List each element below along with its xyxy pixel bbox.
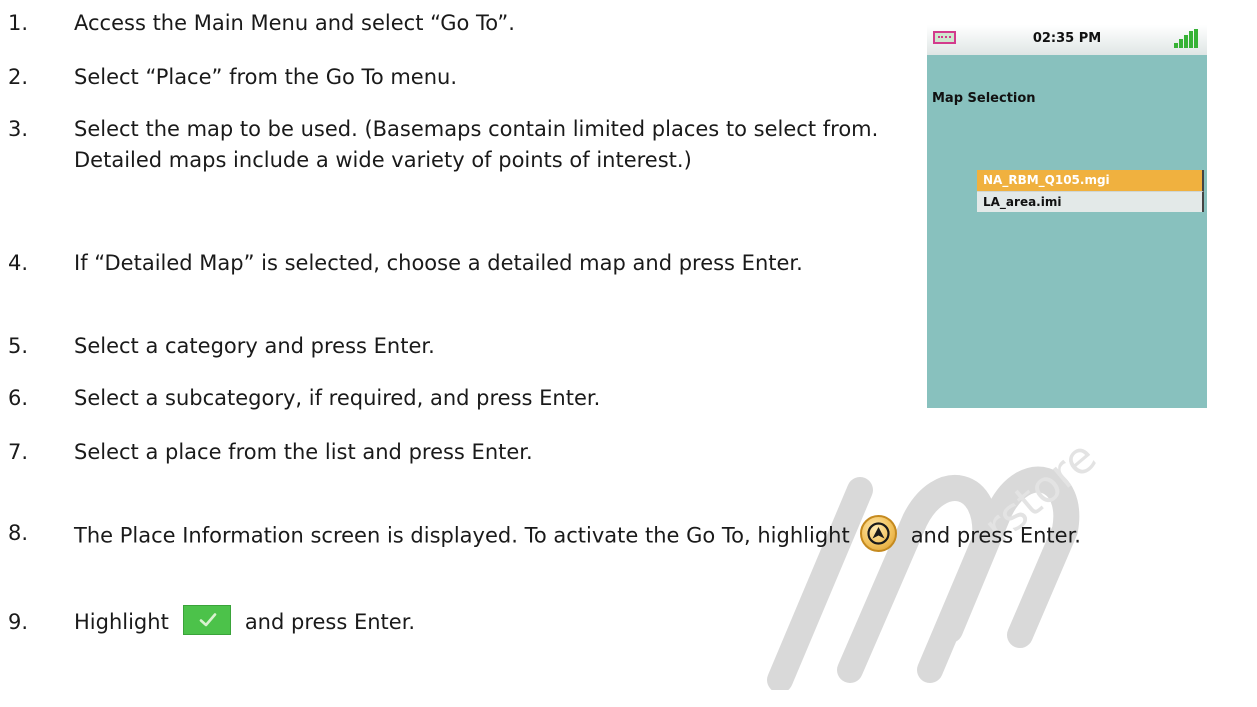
go-to-arrow-icon — [859, 515, 897, 552]
device-screenshot: 02:35 PM Map Selection NA_RBM_Q105.mgi L… — [927, 25, 1207, 408]
step-text-before: The Place Information screen is displaye… — [74, 523, 850, 548]
step-text-after: and press Enter. — [244, 610, 416, 634]
step-text: The Place Information screen is displaye… — [74, 515, 1254, 555]
step-text: Select a subcategory, if required, and p… — [74, 386, 601, 410]
map-list: NA_RBM_Q105.mgi LA_area.imi — [977, 170, 1204, 212]
step-text: Select “Place” from the Go To menu. — [74, 65, 458, 89]
step-number: 5. — [8, 334, 29, 358]
step-text: Select a category and press Enter. — [74, 334, 435, 358]
step-text: Access the Main Menu and select “Go To”. — [74, 11, 515, 35]
map-item-na-rbm[interactable]: NA_RBM_Q105.mgi — [977, 170, 1204, 191]
step-text: Highlight and press Enter. — [74, 605, 914, 638]
step-number: 8. — [8, 521, 29, 545]
checkmark-icon — [182, 605, 231, 635]
step-number: 2. — [8, 65, 29, 89]
step-number: 3. — [8, 117, 29, 141]
step-number: 1. — [8, 11, 29, 35]
clock: 02:35 PM — [1032, 31, 1102, 46]
step-number: 7. — [8, 440, 29, 464]
step-text: If “Detailed Map” is selected, choose a … — [74, 251, 803, 275]
step-text: Select the map to be used. (Basemaps con… — [74, 117, 879, 172]
step-number: 9. — [8, 610, 29, 634]
step-text: Select a place from the list and press E… — [74, 440, 533, 464]
step-number: 4. — [8, 251, 29, 275]
watermark: rstore — [767, 431, 1106, 690]
map-item-la-area[interactable]: LA_area.imi — [977, 191, 1204, 212]
screen-title: Map Selection — [932, 91, 1036, 106]
step-text-before: Highlight — [74, 610, 169, 634]
status-bar: 02:35 PM — [927, 25, 1207, 55]
step-text-after: and press Enter. — [910, 523, 1081, 548]
step-number: 6. — [8, 386, 29, 410]
signal-strength-icon — [1174, 29, 1199, 48]
